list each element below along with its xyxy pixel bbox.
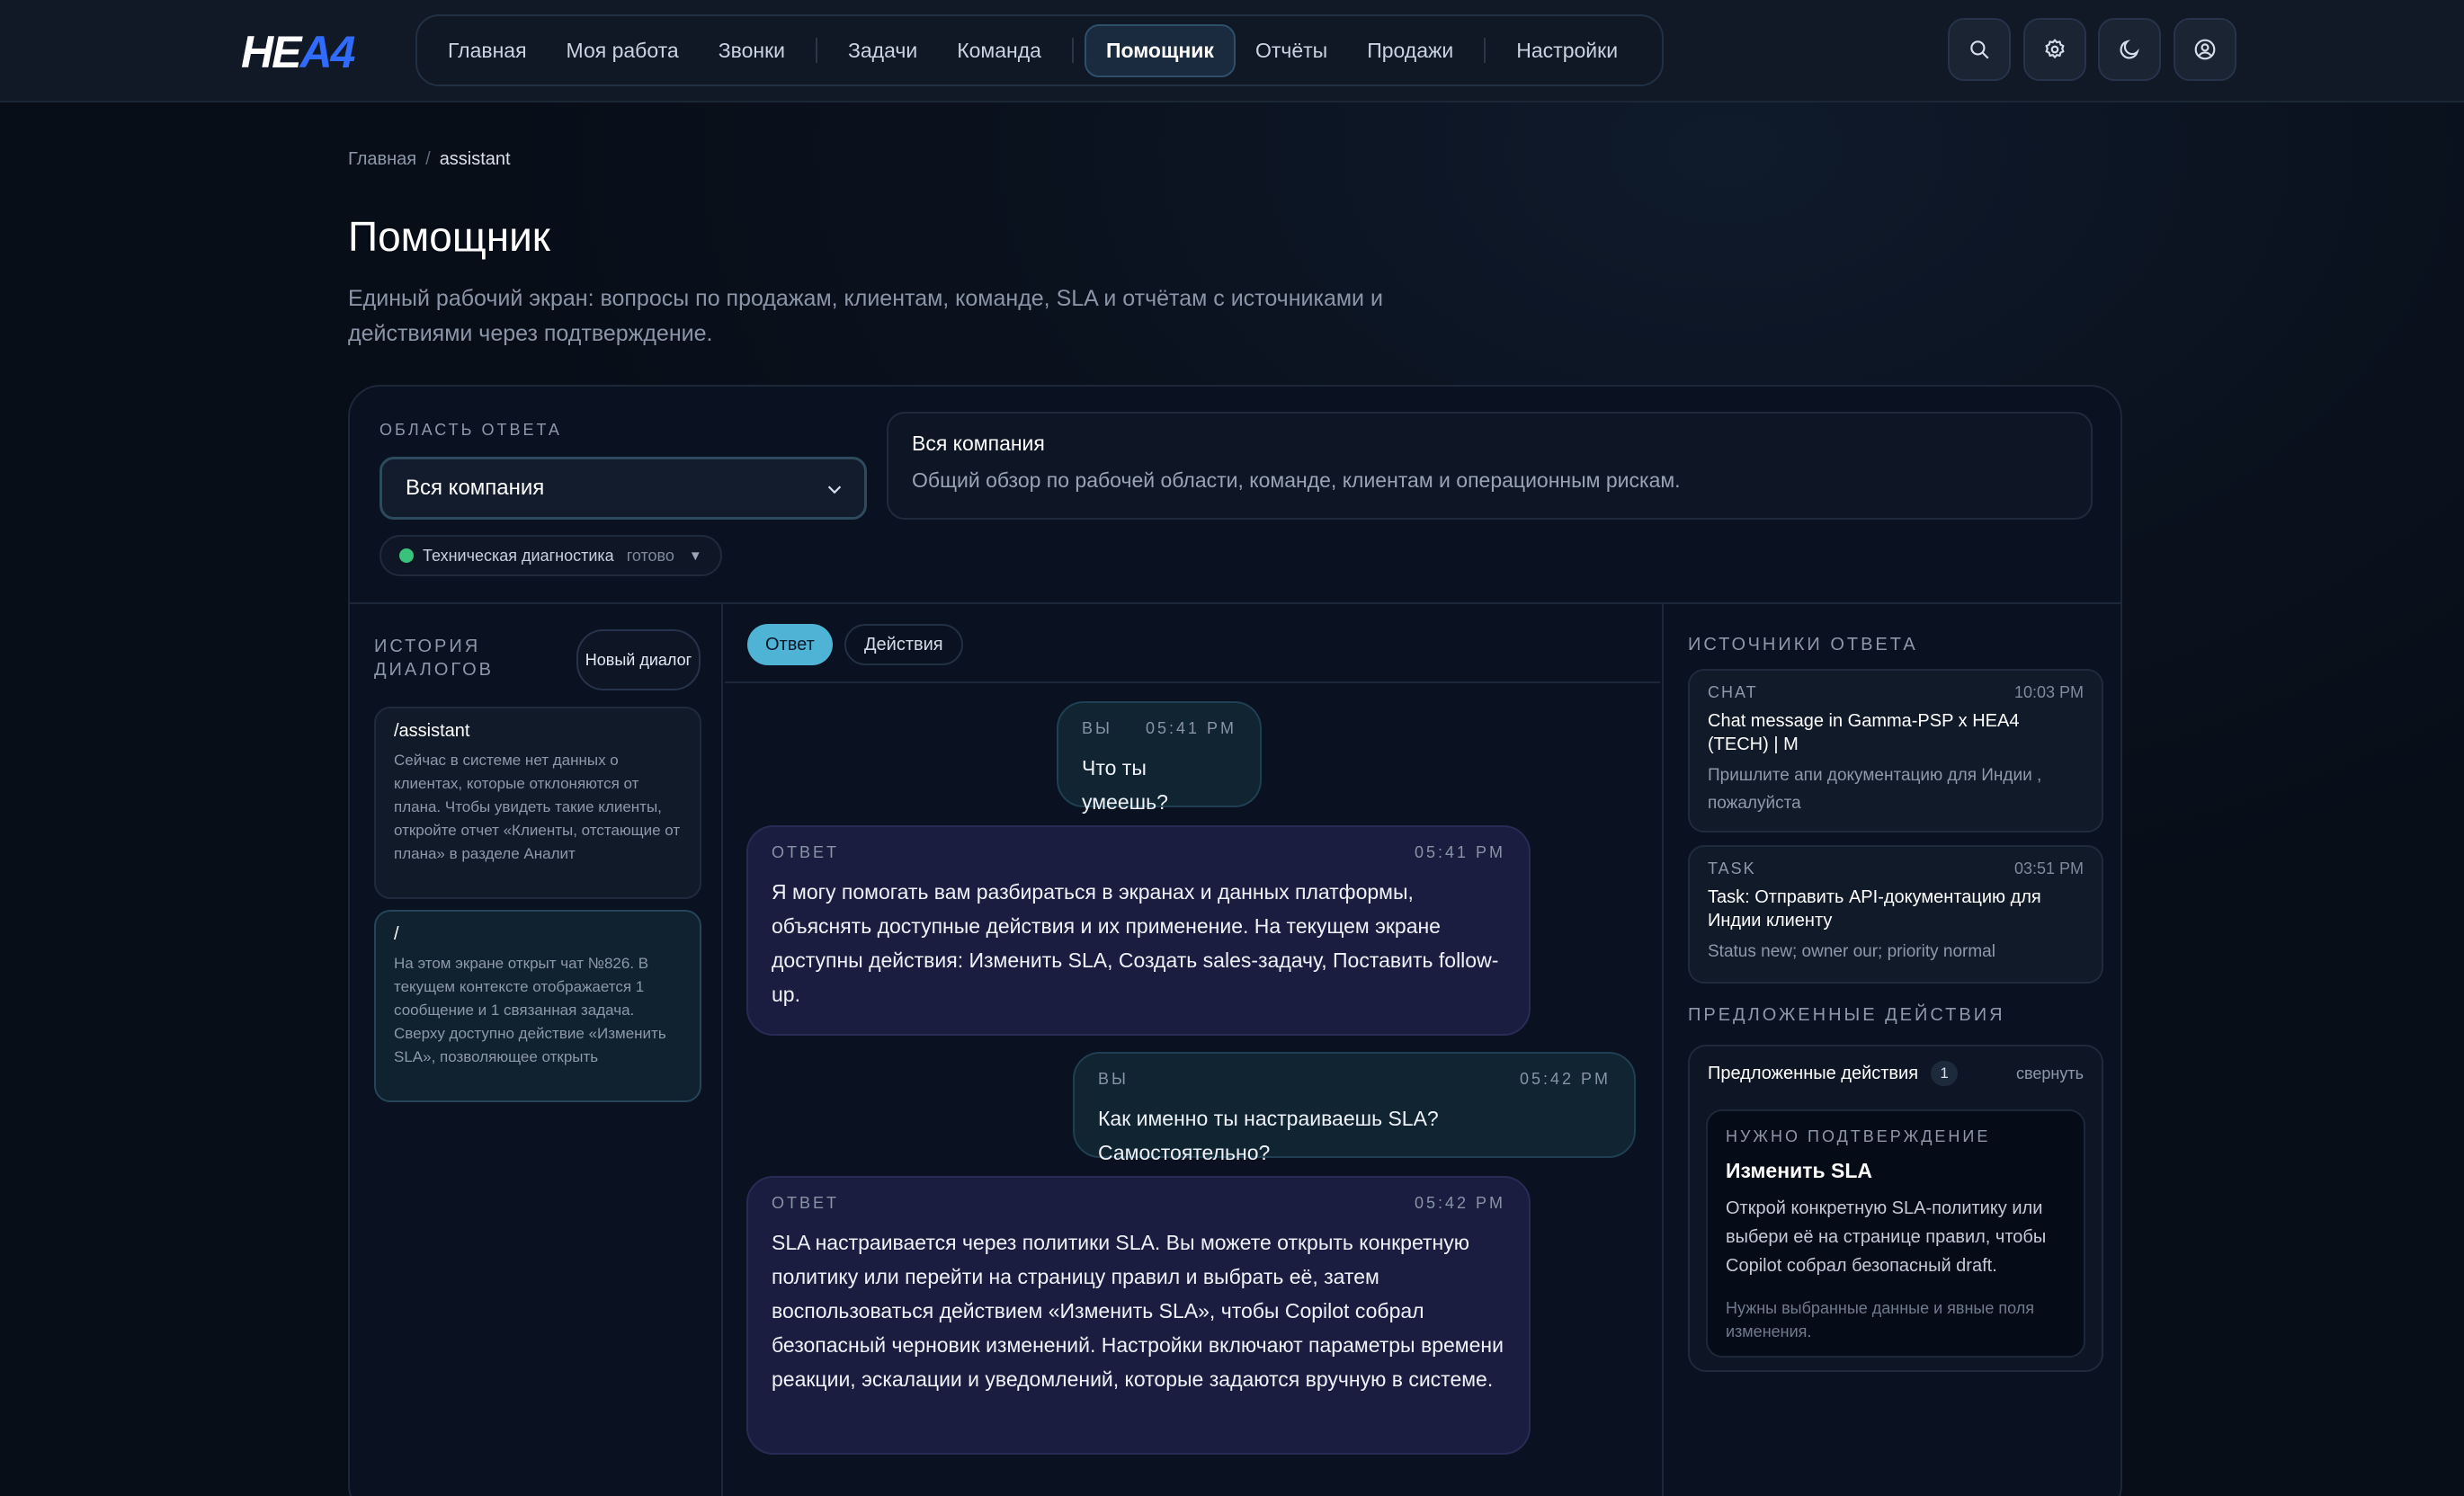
logo-part-2: A4 [299, 27, 355, 77]
source-card[interactable]: TASK 03:51 PM Task: Отправить API-докумен… [1688, 845, 2103, 984]
history-item-preview: Сейчас в системе нет данных о клиентах, … [394, 752, 681, 862]
breadcrumb-separator: / [425, 149, 431, 169]
nav-divider [1484, 38, 1486, 63]
nav-item-reports[interactable]: Отчёты [1236, 26, 1347, 76]
moon-icon [2120, 40, 2139, 59]
message-text: SLA настраивается через политики SLA. Вы… [772, 1231, 1504, 1391]
search-icon [1970, 40, 1989, 59]
new-dialog-button[interactable]: Новый диалог [576, 629, 701, 690]
message-time: 05:41 PM [1145, 719, 1236, 737]
breadcrumb-current: assistant [439, 149, 511, 169]
diagnostics-toggle[interactable]: Техническая диагностика готово ▼ [379, 535, 722, 576]
tab-answer[interactable]: Ответ [747, 624, 833, 665]
settings-button[interactable] [2023, 18, 2086, 81]
action-title: Изменить SLA [1726, 1159, 1873, 1182]
logo[interactable]: HE A4 [241, 27, 355, 77]
user-message: ВЫ 05:42 PM Как именно ты настраиваешь SL… [1073, 1052, 1636, 1164]
sources-title: ИСТОЧНИКИ ОТВЕТА [1688, 635, 1918, 654]
profile-button[interactable] [2174, 18, 2236, 81]
diagnostics-status: готово [626, 546, 674, 565]
breadcrumb: Главная / assistant [348, 149, 511, 170]
nav-item-calls[interactable]: Звонки [699, 26, 805, 76]
app-root: HE A4 Главная Моя работа Звонки Задачи Ко… [0, 0, 2464, 1496]
message-author: ОТВЕТ [772, 843, 840, 861]
nav-item-team[interactable]: Команда [937, 26, 1061, 76]
history-item-preview: На этом экране открыт чат №826. В текуще… [394, 955, 666, 1065]
source-time: 03:51 PM [2013, 859, 2084, 877]
nav-item-my-work[interactable]: Моя работа [547, 26, 699, 76]
nav-divider [1071, 38, 1074, 63]
search-button[interactable] [1948, 18, 2011, 81]
scope-label: ОБЛАСТЬ ОТВЕТА [379, 421, 562, 439]
message-author: ОТВЕТ [772, 1194, 840, 1212]
message-text: Я могу помогать вам разбираться в экрана… [772, 880, 1499, 1006]
history-item[interactable]: /assistant Сейчас в системе нет данных о… [374, 707, 701, 899]
message-text: Как именно ты настраиваешь SLA? Самостоя… [1098, 1107, 1439, 1164]
scope-select[interactable]: Вся компания [379, 457, 867, 520]
history-item-active[interactable]: / На этом экране открыт чат №826. В теку… [374, 910, 701, 1102]
main-nav: Главная Моя работа Звонки Задачи Команда… [415, 14, 1664, 86]
source-card[interactable]: CHAT 10:03 PM Chat message in Gamma-PSP x… [1688, 669, 2103, 833]
theme-toggle-button[interactable] [2098, 18, 2161, 81]
caret-down-icon: ▼ [688, 548, 702, 564]
message-time: 05:41 PM [1414, 843, 1505, 861]
source-type: TASK [1708, 859, 1756, 877]
nav-item-sales[interactable]: Продажи [1347, 26, 1473, 76]
message-time: 05:42 PM [1414, 1194, 1505, 1212]
sources-column: ИСТОЧНИКИ ОТВЕТА CHAT 10:03 PM Chat messa… [1662, 604, 2120, 1496]
scope-card-description: Общий обзор по рабочей области, команде,… [912, 468, 1681, 492]
action-card-change-sla[interactable]: НУЖНО ПОДТВЕРЖДЕНИЕ Изменить SLA Открой … [1706, 1109, 2085, 1358]
count-badge: 1 [1931, 1061, 1959, 1086]
message-author: ВЫ [1098, 1070, 1129, 1088]
scope-select-value: Вся компания [406, 476, 545, 500]
page-subtitle: Единый рабочий экран: вопросы по продажа… [348, 286, 1383, 346]
history-title: ИСТОРИЯ ДИАЛОГОВ [374, 637, 494, 680]
assistant-message: ОТВЕТ 05:42 PM SLA настраивается через по… [746, 1176, 1531, 1455]
status-dot [399, 548, 414, 563]
chat-tabs: Ответ Действия [725, 604, 1660, 683]
user-message: ВЫ 05:41 PM Что ты умеешь? [1057, 701, 1262, 814]
suggested-actions-header: Предложенные действия 1 свернуть [1708, 1061, 2084, 1086]
suggested-actions-title: ПРЕДЛОЖЕННЫЕ ДЕЙСТВИЯ [1688, 1005, 2005, 1025]
chevron-down-icon [827, 485, 842, 494]
message-text: Что ты умеешь? [1082, 756, 1168, 814]
history-column: ИСТОРИЯ ДИАЛОГОВ Новый диалог /assistant… [350, 604, 723, 1496]
top-bar: HE A4 Главная Моя работа Звонки Задачи Ко… [0, 0, 2464, 102]
source-title: Chat message in Gamma-PSP x HEA4 (TECH) … [1708, 711, 2020, 754]
suggested-actions-header-label: Предложенные действия [1708, 1063, 1919, 1083]
tab-actions[interactable]: Действия [844, 624, 963, 665]
source-type: CHAT [1708, 683, 1758, 701]
nav-item-settings[interactable]: Настройки [1496, 26, 1638, 76]
suggested-actions-box: Предложенные действия 1 свернуть НУЖНО П… [1688, 1045, 2103, 1372]
page-title: Помощник [348, 213, 550, 260]
history-item-title: /assistant [394, 721, 470, 741]
nav-item-home[interactable]: Главная [428, 26, 547, 76]
breadcrumb-home[interactable]: Главная [348, 149, 416, 169]
scope-summary-card: Вся компания Общий обзор по рабочей обла… [887, 412, 2093, 520]
nav-divider [815, 38, 817, 63]
message-time: 05:42 PM [1519, 1070, 1611, 1088]
message-author: ВЫ [1082, 719, 1112, 737]
user-circle-icon [2194, 39, 2216, 60]
diagnostics-label: Техническая диагностика [423, 546, 614, 565]
source-title: Task: Отправить API-документацию для Инд… [1708, 887, 2041, 931]
nav-item-tasks[interactable]: Задачи [828, 26, 937, 76]
assistant-message: ОТВЕТ 05:41 PM Я могу помогать вам разбир… [746, 825, 1531, 1036]
collapse-link[interactable]: свернуть [2016, 1064, 2084, 1083]
nav-item-assistant[interactable]: Помощник [1084, 23, 1236, 77]
source-description: Пришлите апи документацию для Индии , по… [1708, 766, 2042, 813]
confirmation-label: НУЖНО ПОДТВЕРЖДЕНИЕ [1726, 1127, 1991, 1145]
source-description: Status new; owner our; priority normal [1708, 942, 1995, 961]
gear-icon [2045, 39, 2065, 59]
action-description: Открой конкретную SLA-политику или выбер… [1726, 1198, 2047, 1276]
history-item-title: / [394, 924, 399, 944]
scope-card-title: Вся компания [912, 432, 1045, 455]
action-note: Нужны выбранные данные и явные поля изме… [1726, 1299, 2034, 1340]
logo-part-1: HE [241, 27, 301, 77]
source-time: 10:03 PM [2013, 683, 2084, 701]
